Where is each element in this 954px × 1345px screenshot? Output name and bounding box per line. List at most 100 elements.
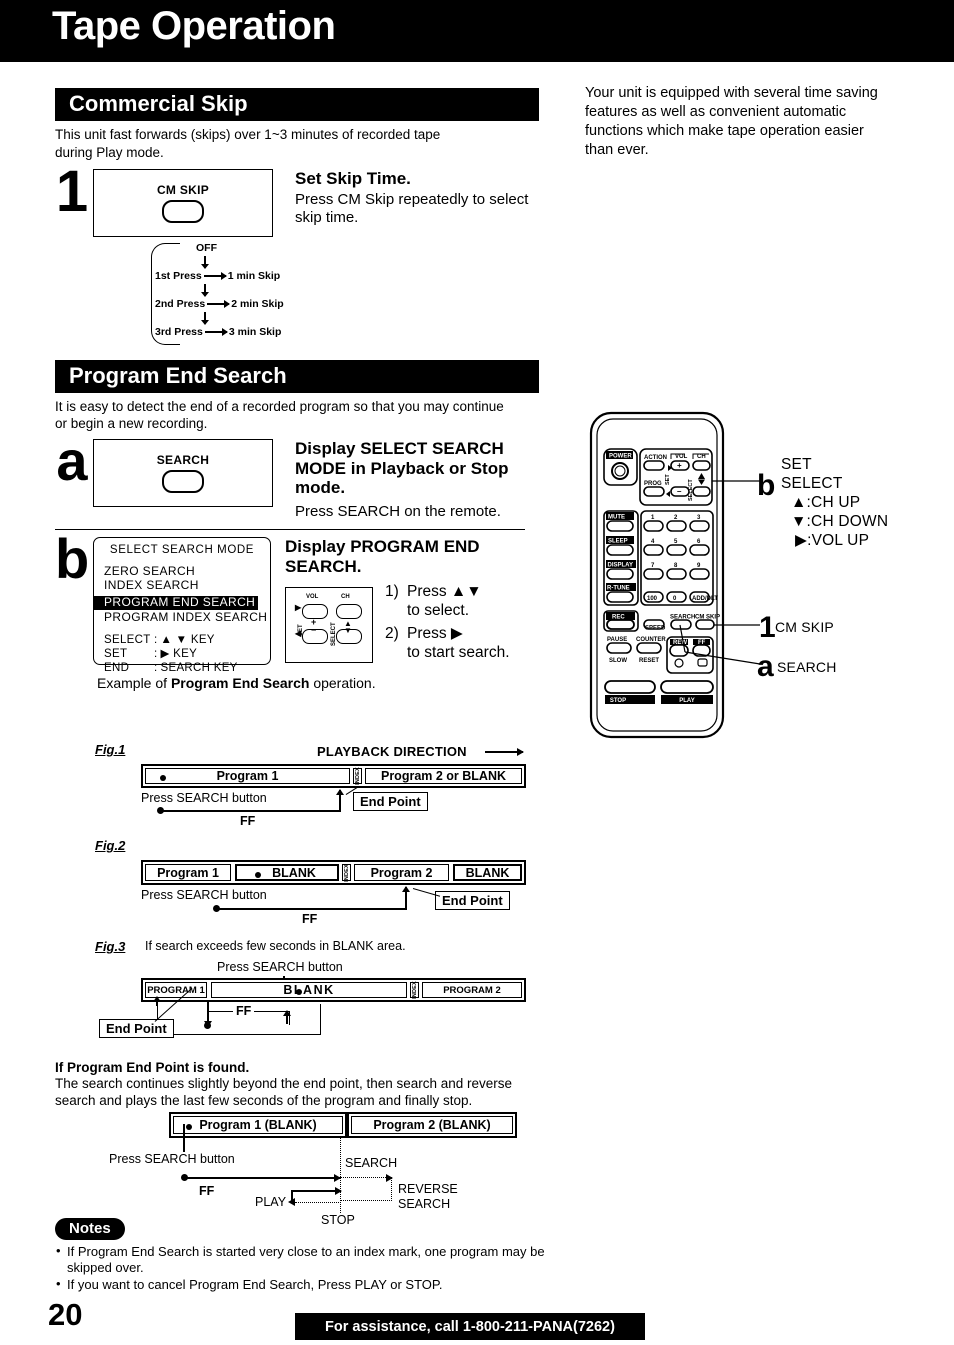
figure-2-segment-4: BLANK [453,864,522,881]
end-point-tape: Program 1 (BLANK) Program 2 (BLANK) [169,1112,517,1138]
end-point-ff-dot [181,1174,188,1181]
assistance-banner: For assistance, call 1-800-211-PANA(7262… [295,1313,645,1340]
osd-item-program-index-search[interactable]: PROGRAM INDEX SEARCH [94,610,270,625]
end-point-found-diagram: Program 1 (BLANK) Program 2 (BLANK) Pres… [95,1110,555,1235]
figure-1-ff-start-dot [157,807,164,814]
figure-3-tape: PROGRAM 1 BLANK INDEX PROGRAM 2 [141,978,526,1002]
step-a-subtext: Press SEARCH on the remote. [295,503,501,521]
index-mark-label: INDEX [411,981,418,999]
svg-text:DISPLAY: DISPLAY [608,563,633,569]
instruction-2: 2) Press ▶ [385,625,510,644]
step-b-instructions: 1) Press ▲▼ to select. 2) Press ▶ to sta… [385,583,510,663]
figure-2-ff-start-dot [213,905,220,912]
notes-badge: Notes [55,1218,125,1240]
figure-1-press-label: Press SEARCH button [141,791,267,805]
step-b-instruction-row: VOL CH SET SELECT + − ▲ ▼ ▶ ◀ 1) Press ▲… [285,583,535,664]
cycle-row-3-press: 3rd Press [155,325,203,338]
osd-item-program-end-search[interactable]: PROGRAM END SEARCH [94,595,259,610]
svg-text:ACTION: ACTION [644,455,667,461]
osd-item-index-search[interactable]: INDEX SEARCH [94,578,270,593]
figure-3-ff-label: FF [233,1004,255,1018]
end-point-segment-2-label: Program 2 (BLANK) [373,1118,491,1132]
svg-text:COUNTER: COUNTER [636,637,666,643]
end-point-ff-label: FF [199,1184,215,1198]
figure-2-segment-2: BLANK [235,864,339,881]
figure-3-segment-2: BLANK [211,982,407,998]
commercial-skip-step-text: Set Skip Time. Press CM Skip repeatedly … [295,169,535,227]
figure-1-segment-1-label: Program 1 [216,769,279,783]
osd-key-end-label: END [104,661,130,674]
example-caption: Example of Program End Search operation. [97,675,535,691]
callout-b-line-4: ▼:CH DOWN [791,512,889,530]
cm-skip-button-label: CM SKIP [156,182,210,197]
figure-3-ff-dot [204,1022,211,1029]
figure-2-ff-label: FF [302,912,318,926]
cycle-row-2-press: 2nd Press [155,297,206,310]
play-return-line [295,1202,341,1203]
remote-callout-letter-a: a [757,650,774,683]
search-dotted-line [340,1173,393,1182]
playback-direction-label: PLAYBACK DIRECTION [317,744,467,759]
direction-arrow-icon [485,747,524,756]
play-return-arrow [288,1198,295,1206]
mini-right-arrow-icon: ▶ [295,603,302,613]
figure-2-ff-vertical [401,886,410,909]
svg-text:SLOW: SLOW [609,658,627,664]
remote-power-label: POWER [609,454,632,460]
svg-text:PROG: PROG [644,481,662,487]
osd-key-select: SELECT : ▲ ▼ KEY [104,634,270,648]
divider [55,529,525,531]
instruction-1: 1) Press ▲▼ [385,583,510,602]
play-forward-line [291,1186,342,1195]
program-end-search-description: It is easy to detect the end of a record… [55,399,504,432]
notes-list: If Program End Search is started very cl… [55,1243,575,1293]
osd-key-select-label: SELECT [104,634,151,646]
search-label: SEARCH [345,1156,398,1170]
section-header-program-end-search: Program End Search [55,359,539,394]
figure-2: Fig.2 Program 1 BLANK INDEX Program 2 BL… [95,838,545,934]
cm-skip-cycle-diagram: OFF 1st Press 1 min Skip 2nd Press 2 min S… [151,242,371,348]
osd-key-end-sep: : [154,661,158,674]
ch-up-key-icon [336,604,362,620]
callout-b-line-3: ▲:CH UP [791,493,861,511]
svg-text:+: + [677,461,682,470]
cm-skip-button-illustration: CM SKIP [93,168,273,237]
cycle-row-2: 2nd Press 2 min Skip [155,298,284,310]
instruction-1-line2: to select. [407,601,470,619]
figure-2-ff-line [217,908,407,910]
instruction-1-line1: Press ▲▼ [407,583,482,601]
end-point-segment-1-label: Program 1 (BLANK) [199,1118,317,1132]
search-button-illustration: SEARCH [93,438,273,507]
figure-2-segment-1: Program 1 [145,864,231,881]
end-point-found-heading: If Program End Point is found. [55,1060,250,1075]
osd-title: SELECT SEARCH MODE [109,544,255,557]
arrow-icon [207,300,231,308]
remote-callout-1-label: CM SKIP [775,619,834,635]
remote-control-illustration: POWER MUTE SLEEP DISPLAY R-TUNE REC STOP… [585,409,935,789]
svg-text:VOL: VOL [675,454,688,460]
note-item: If you want to cancel Program End Search… [55,1276,575,1293]
osd-select-search-mode: SELECT SEARCH MODE ZERO SEARCH INDEX SEA… [93,537,271,674]
arrow-icon [204,328,228,336]
cycle-row-1-press: 1st Press [155,269,202,282]
svg-text:PAUSE: PAUSE [607,637,627,643]
left-column: Commercial Skip This unit fast forwards … [55,88,539,691]
svg-text:R-TUNE: R-TUNE [607,586,630,592]
svg-text:SEARCH: SEARCH [670,615,695,621]
search-button-label: SEARCH [156,452,210,467]
svg-text:CH: CH [697,454,706,460]
figure-1-segment-2-label: Program 2 or BLANK [380,769,507,783]
figure-3-segment-3-label: PROGRAM 2 [443,984,501,996]
step-letter-b: b [55,527,90,591]
cycle-arrow-3 [201,311,208,325]
remote-callout-a-label: SEARCH [777,659,837,675]
play-label: PLAY [255,1195,287,1209]
osd-key-set-label: SET [104,647,128,660]
cycle-row-2-result: 2 min Skip [231,297,284,310]
figure-3-return-arrow [152,996,161,1006]
osd-item-zero-search[interactable]: ZERO SEARCH [94,564,270,579]
search-press-dot-icon [255,872,261,878]
figure-2-end-point-callout: End Point [435,891,510,910]
example-caption-pre: Example of [97,675,171,692]
svg-text:ADD/DLT: ADD/DLT [692,596,718,602]
